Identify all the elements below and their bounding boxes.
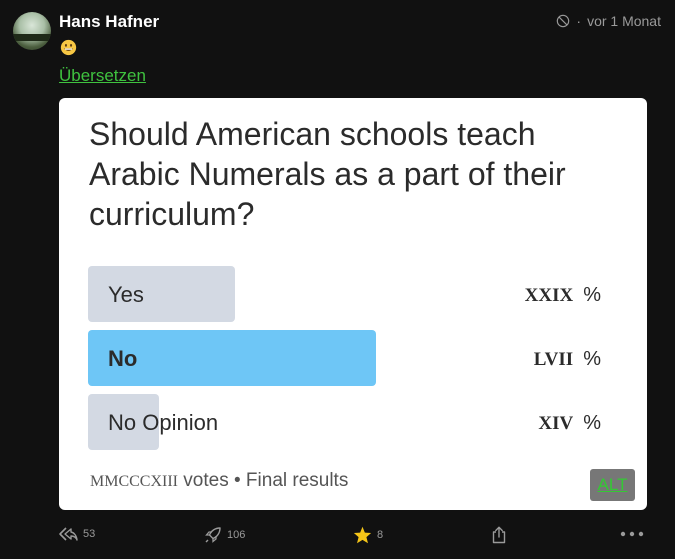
favourite-count: 8: [377, 529, 384, 541]
timestamp[interactable]: vor 1 Monat: [587, 13, 661, 29]
percent-sign: %: [583, 284, 601, 306]
percent-sign: %: [583, 348, 601, 370]
vote-count: MMCCCXIII: [90, 473, 179, 490]
poll-option-percent: XIV%: [538, 412, 601, 435]
rocket-icon: [205, 527, 221, 543]
reply-all-icon: [59, 527, 78, 541]
share-button[interactable]: [491, 526, 507, 544]
avatar[interactable]: [13, 12, 51, 50]
percent-roman: XIV: [538, 413, 574, 434]
reply-button[interactable]: 53: [58, 526, 95, 542]
poll-option-percent: LVII%: [534, 348, 601, 371]
poll-option-label: No Opinion: [108, 410, 219, 435]
poll-option-label: Yes: [108, 282, 144, 307]
percent-roman: XXIX: [524, 285, 574, 306]
alt-text-button[interactable]: ALT: [590, 469, 635, 501]
post-meta: · vor 1 Monat: [556, 13, 661, 29]
more-dots-icon: [620, 531, 644, 537]
poll-image[interactable]: Should American schools teach Arabic Num…: [59, 98, 647, 510]
action-bar: 53 106 8: [0, 522, 675, 552]
poll-option-percent: XXIX%: [525, 284, 601, 307]
favourite-button[interactable]: 8: [353, 526, 383, 544]
vote-status: votes • Final results: [183, 470, 349, 491]
more-button[interactable]: [620, 531, 644, 537]
star-icon: [353, 526, 372, 544]
boost-button[interactable]: 106: [204, 526, 245, 544]
author-name[interactable]: Hans Hafner: [59, 12, 159, 32]
poll-option-label: No: [108, 346, 138, 371]
percent-sign: %: [583, 412, 601, 434]
percent-roman: LVII: [533, 349, 574, 370]
share-icon: [492, 526, 506, 544]
globe-icon: [557, 14, 570, 28]
meta-separator: ·: [576, 13, 582, 29]
poll-question: Should American schools teach Arabic Num…: [89, 116, 566, 232]
reply-count: 53: [83, 528, 96, 540]
boost-count: 106: [227, 529, 246, 541]
poll-footer: MMCCCXIII votes • Final results: [90, 470, 348, 492]
translate-link[interactable]: Übersetzen: [59, 66, 146, 86]
grinning-emoji-icon: [60, 39, 77, 56]
